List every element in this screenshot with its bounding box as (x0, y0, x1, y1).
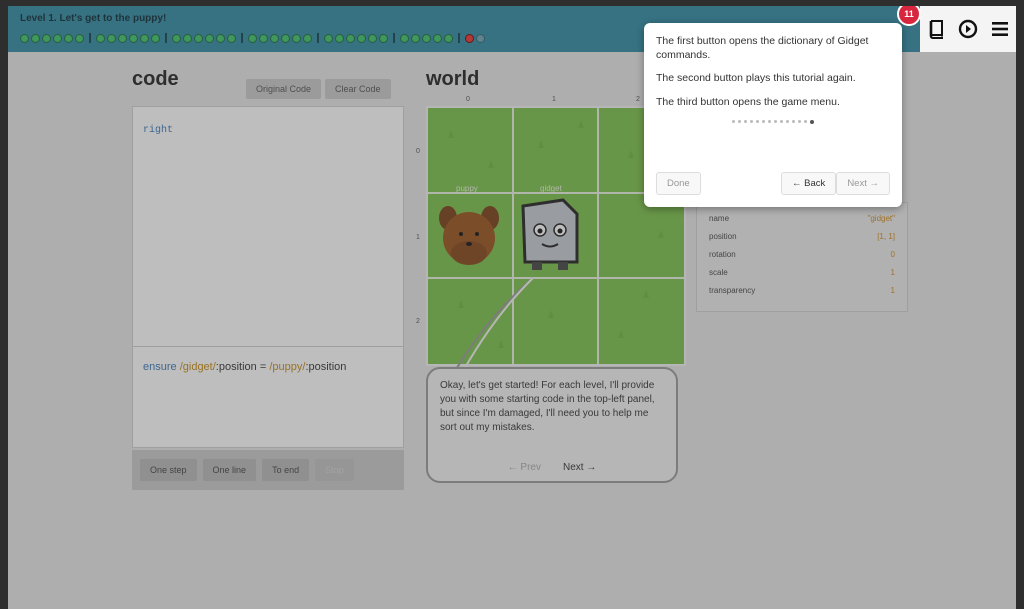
step-dot (804, 119, 807, 123)
step-dot (744, 119, 747, 123)
step-dot (792, 119, 795, 123)
tooltip-text: The third button opens the game menu. (656, 95, 840, 108)
step-dot (738, 119, 741, 123)
step-dot (786, 119, 789, 123)
game-window: Level 1. Let's get to the puppy! code Or… (8, 6, 1016, 609)
dictionary-book-icon[interactable] (926, 19, 946, 39)
tooltip-text: The second button plays this tutorial ag… (656, 72, 856, 85)
step-dot (732, 119, 735, 123)
replay-tutorial-icon[interactable] (958, 19, 978, 39)
tutorial-step-indicator (656, 119, 890, 124)
step-dot (756, 119, 759, 123)
step-dot (780, 119, 783, 123)
step-dot (750, 119, 753, 123)
active-step-dot (810, 119, 814, 124)
step-dot (762, 119, 765, 123)
tooltip-text: The first button opens the dictionary of… (656, 35, 869, 61)
tutorial-tooltip: The first button opens the dictionary of… (644, 23, 902, 207)
game-menu-icon[interactable] (990, 19, 1010, 39)
tooltip-back-button[interactable]: ← Back (781, 172, 837, 195)
toolbar-highlight (920, 6, 1016, 52)
step-dot (798, 119, 801, 123)
step-dot (774, 119, 777, 123)
step-dot (768, 119, 771, 123)
tooltip-next-button[interactable]: Next → (836, 172, 890, 195)
tooltip-done-button[interactable]: Done (656, 172, 701, 195)
